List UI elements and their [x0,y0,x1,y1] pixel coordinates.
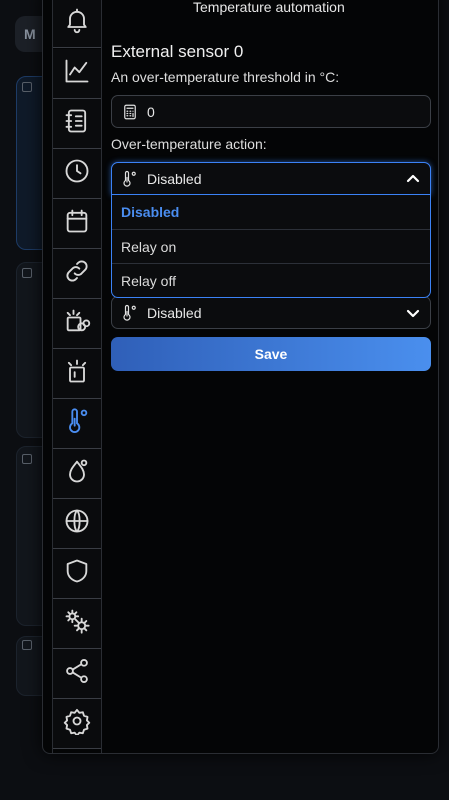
sidebar-item-notifications[interactable] [53,0,101,48]
share-icon [63,657,91,690]
save-button[interactable]: Save [111,337,431,371]
link-icon [63,257,91,290]
chart-icon [63,57,91,90]
sidebar-item-network[interactable] [53,499,101,549]
relay-link-icon [63,307,91,340]
background-checkbox [22,454,32,464]
notebook-icon [63,107,91,140]
automation-modal: Temperature automation External sensor 0… [42,0,439,754]
relay-icon [63,357,91,390]
action-option-relay-on[interactable]: Relay on [112,229,430,263]
action-dropdown-menu: Disabled Relay on Relay off [111,195,431,298]
modal-title: Temperature automation [193,0,345,15]
clock-icon [63,157,91,190]
sidebar-item-schedule[interactable] [53,149,101,199]
sidebar-item-relay-link[interactable] [53,299,101,349]
droplet-icon [63,457,91,490]
sidebar-item-notebook[interactable] [53,99,101,149]
sidebar-item-security[interactable] [53,549,101,599]
sensor-title: External sensor 0 [111,42,244,61]
thermometer-icon [121,304,139,322]
secondary-selected-value: Disabled [147,304,202,321]
sidebar-item-links[interactable] [53,249,101,299]
action-option-disabled[interactable]: Disabled [112,195,430,229]
calendar-icon [63,207,91,240]
bell-icon [63,6,91,39]
shield-icon [63,557,91,590]
background-checkbox [22,640,32,650]
threshold-value: 0 [147,103,155,120]
settings-icon [63,707,91,740]
globe-icon [63,507,91,540]
sidebar-item-settings[interactable] [53,699,101,749]
action-label: Over-temperature action: [111,136,267,152]
background-checkbox [22,82,32,92]
calculator-icon [121,103,139,121]
threshold-input[interactable]: 0 [111,95,431,128]
chevron-up-icon [406,172,420,186]
thermometer-icon [63,407,91,440]
sidebar-item-relay[interactable] [53,349,101,399]
action-select[interactable]: Disabled [111,162,431,195]
action-option-relay-off[interactable]: Relay off [112,263,430,297]
action-selected-value: Disabled [147,170,202,187]
sidebar-item-advanced[interactable] [53,599,101,649]
thermometer-icon [121,170,139,188]
sidebar-item-humidity[interactable] [53,449,101,499]
sidebar [52,0,102,753]
chevron-down-icon [406,306,420,320]
background-checkbox [22,268,32,278]
sidebar-item-charts[interactable] [53,49,101,99]
gears-icon [63,607,91,640]
sidebar-item-temperature[interactable] [53,399,101,449]
threshold-label: An over-temperature threshold in °C: [111,69,340,85]
sidebar-item-share[interactable] [53,649,101,699]
secondary-action-select[interactable]: Disabled [111,296,431,329]
sidebar-item-calendar[interactable] [53,199,101,249]
